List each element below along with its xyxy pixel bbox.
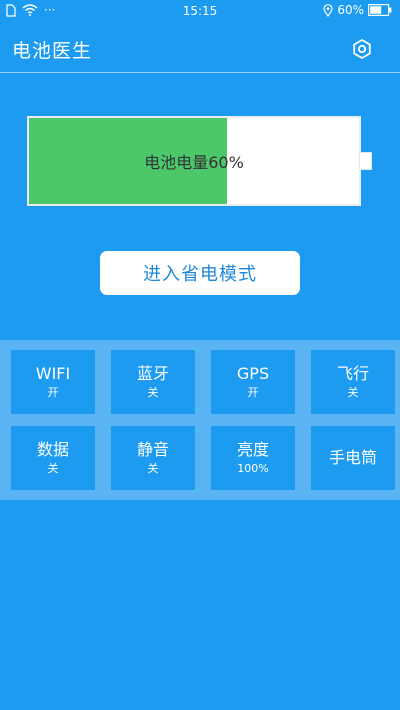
battery-icon [368, 4, 392, 16]
status-bar: ··· 15:15 60% [0, 0, 400, 22]
toggle-airplane-mode[interactable]: 飞行 关 [311, 350, 395, 414]
tile-label: 蓝牙 [136, 364, 169, 383]
enter-power-save-button[interactable]: 进入省电模式 [100, 251, 300, 295]
tile-label: 亮度 [236, 440, 269, 459]
toggle-silent[interactable]: 静音 关 [111, 426, 195, 490]
tile-label: 手电筒 [328, 448, 377, 467]
toggle-flashlight[interactable]: 手电筒 [311, 426, 395, 490]
tile-status: 100% [237, 462, 269, 475]
header-divider [0, 72, 400, 73]
tile-status: 关 [47, 462, 59, 475]
tile-label: 数据 [36, 440, 69, 459]
gear-icon [351, 38, 373, 60]
battery-level-label: 电池电量60% [144, 153, 244, 172]
tile-status: 开 [247, 386, 259, 399]
tile-status: 开 [47, 386, 59, 399]
toggle-gps[interactable]: GPS 开 [211, 350, 295, 414]
toggle-grid: WIFI 开 蓝牙 关 GPS 开 飞行 关 数据 关 静音 关 亮度 100%… [0, 340, 400, 500]
battery-gauge: 电池电量60% [27, 116, 361, 206]
tile-label: 飞行 [336, 364, 369, 383]
app-header: 电池医生 [0, 28, 400, 70]
toggle-mobile-data[interactable]: 数据 关 [11, 426, 95, 490]
status-right-group: 60% [323, 3, 392, 17]
tile-status: 关 [347, 386, 359, 399]
settings-button[interactable] [350, 37, 374, 61]
toggle-brightness[interactable]: 亮度 100% [211, 426, 295, 490]
tile-status: 关 [147, 462, 159, 475]
toggle-bluetooth[interactable]: 蓝牙 关 [111, 350, 195, 414]
status-battery-percent: 60% [337, 3, 364, 17]
battery-terminal-cap [359, 152, 372, 170]
toggle-wifi[interactable]: WIFI 开 [11, 350, 95, 414]
tile-status: 关 [147, 386, 159, 399]
app-title: 电池医生 [12, 40, 93, 62]
tile-label: WIFI [35, 364, 71, 383]
tile-label: 静音 [136, 440, 169, 459]
location-icon [323, 3, 333, 17]
tile-label: GPS [236, 364, 270, 383]
